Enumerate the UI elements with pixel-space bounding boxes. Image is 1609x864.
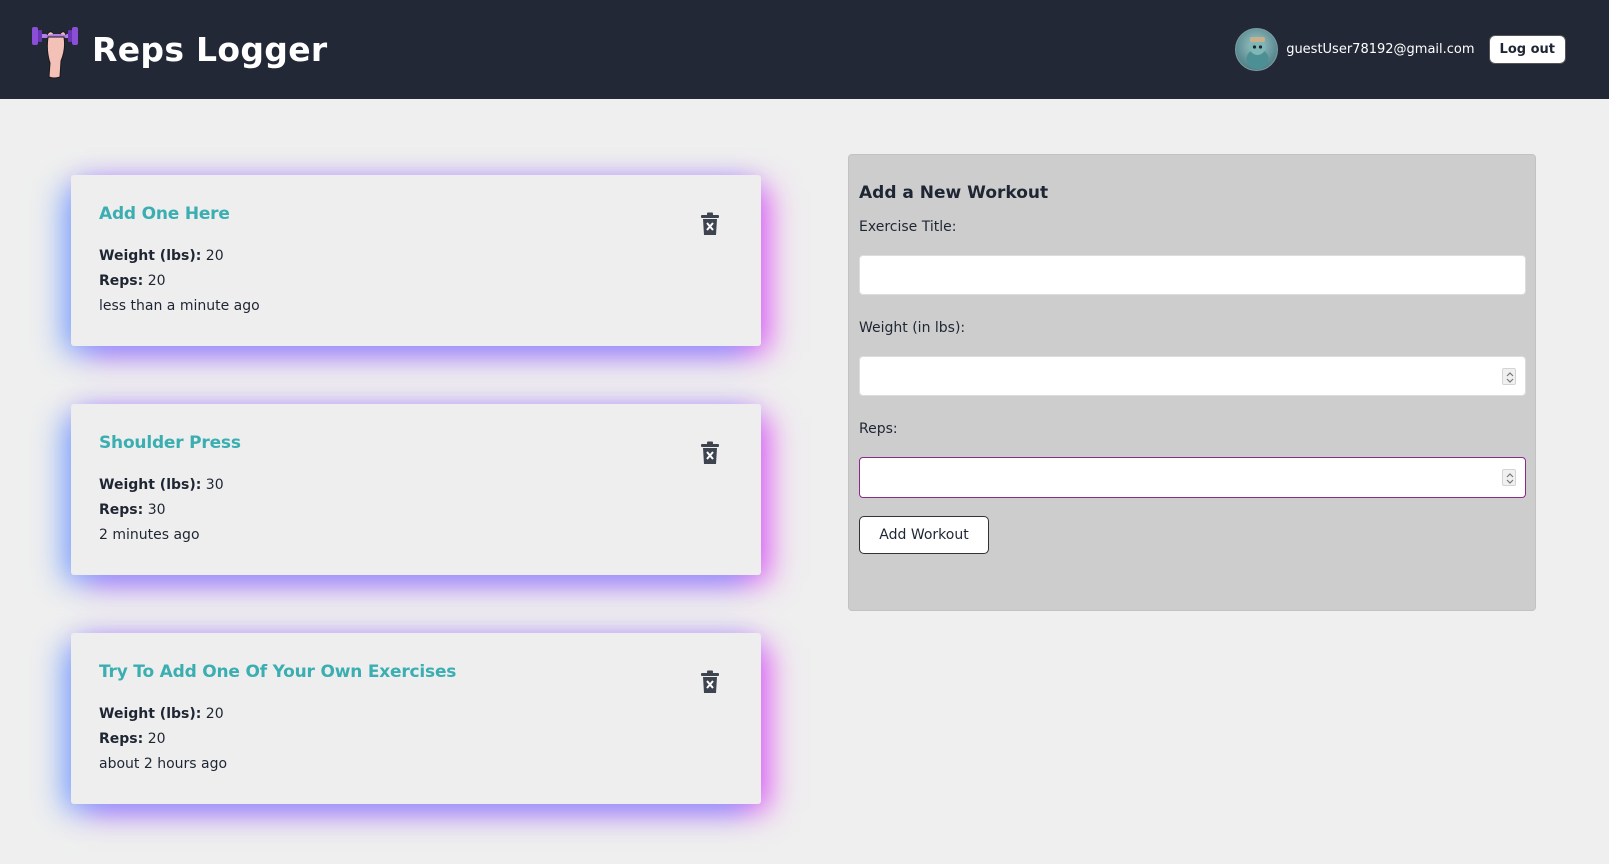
reps-label: Reps: [859,421,898,437]
workout-card: Shoulder Press Weight (lbs): 30 Reps: 30… [71,404,761,575]
trash-icon [701,670,719,693]
reps-label: Reps: [99,731,144,747]
delete-workout-button[interactable] [699,441,721,465]
workout-timestamp: 2 minutes ago [99,527,200,543]
workout-timestamp: about 2 hours ago [99,756,228,772]
weight-value: 30 [205,477,224,493]
brand[interactable]: Reps Logger [30,21,327,79]
delete-workout-button[interactable] [699,212,721,236]
workout-title: Add One Here [99,204,230,224]
workout-card: Try To Add One Of Your Own Exercises Wei… [71,633,761,804]
exercise-title-input[interactable] [859,255,1526,295]
reps-input-wrapper [859,457,1526,498]
brand-title: Reps Logger [92,30,328,69]
avatar-image-icon [1246,37,1269,69]
reps-value: 30 [147,502,166,518]
add-workout-form: Add a New Workout Exercise Title: Weight… [848,154,1536,611]
weight-label: Weight (lbs): [99,477,202,493]
form-heading: Add a New Workout [859,183,1049,203]
workout-timestamp: less than a minute ago [99,298,260,314]
workout-weight: Weight (lbs): 20 [99,244,733,269]
weight-label: Weight (lbs): [99,706,202,722]
stepper-arrows-icon [1506,372,1514,383]
workout-weight: Weight (lbs): 30 [99,473,733,498]
workout-reps: Reps: 20 [99,269,733,294]
workout-title: Shoulder Press [99,433,241,453]
workout-reps: Reps: 30 [99,498,733,523]
weight-input-wrapper [859,356,1526,396]
weight-label: Weight (in lbs): [859,320,966,336]
reps-value: 20 [147,731,166,747]
add-workout-button[interactable]: Add Workout [859,516,989,554]
user-menu: guestUser78192@gmail.com Log out [1235,28,1566,71]
trash-icon [701,212,719,235]
workout-weight: Weight (lbs): 20 [99,702,733,727]
reps-stepper[interactable] [1502,469,1516,486]
workout-reps: Reps: 20 [99,727,733,752]
logout-button[interactable]: Log out [1488,35,1566,64]
weight-value: 20 [205,706,224,722]
reps-value: 20 [147,273,166,289]
avatar [1235,28,1279,71]
trash-icon [701,441,719,464]
delete-workout-button[interactable] [699,670,721,694]
reps-input[interactable] [859,457,1526,498]
weight-input[interactable] [859,356,1526,396]
reps-label: Reps: [99,273,144,289]
workout-list: Add One Here Weight (lbs): 20 Reps: 20 l… [71,175,761,862]
exercise-title-label: Exercise Title: [859,219,957,235]
weight-value: 20 [205,248,224,264]
stepper-arrows-icon [1506,473,1514,484]
workout-title: Try To Add One Of Your Own Exercises [99,662,457,682]
weight-label: Weight (lbs): [99,248,202,264]
workout-card: Add One Here Weight (lbs): 20 Reps: 20 l… [71,175,761,346]
user-email: guestUser78192@gmail.com [1286,42,1475,57]
reps-label: Reps: [99,502,144,518]
navbar: Reps Logger guestUser78192@gmail.com Log… [0,0,1609,99]
dumbbell-logo-icon [32,26,78,78]
weight-stepper[interactable] [1502,368,1516,385]
